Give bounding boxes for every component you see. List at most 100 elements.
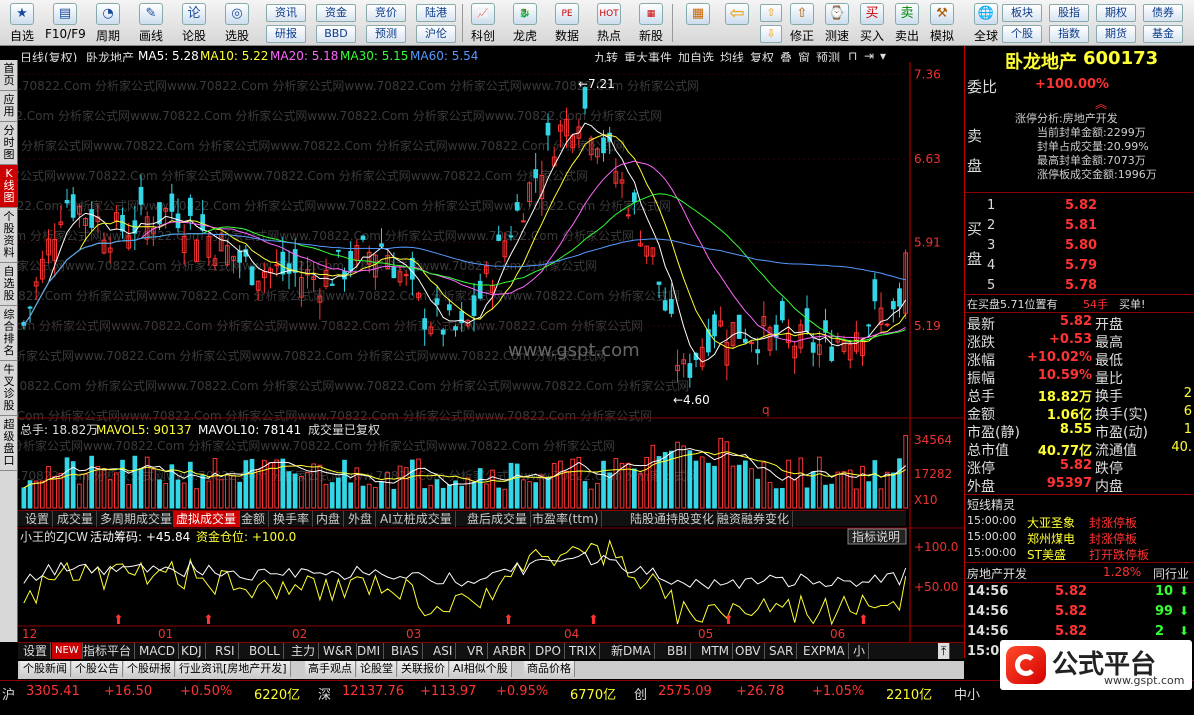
left-tab-8[interactable]: 超级盘口: [0, 416, 18, 471]
up-small-1[interactable]: ⇧: [760, 4, 782, 22]
ticker-name[interactable]: 深: [318, 684, 331, 703]
left-tab-0[interactable]: 首页: [0, 60, 18, 91]
toolbar-small-top-0[interactable]: 资讯: [266, 4, 306, 22]
toolbar-small-bottom-3[interactable]: 沪伦: [416, 25, 456, 43]
toolbar-btn-0[interactable]: ★ 自选: [2, 2, 42, 44]
toolbar-small3-bottom-3[interactable]: 基金: [1143, 25, 1183, 43]
indicator-tab-10[interactable]: BIAS: [388, 643, 423, 659]
indicator-tab-8[interactable]: W&R: [320, 643, 357, 659]
volume-tab-9[interactable]: 盘后成交量: [464, 511, 532, 527]
short-stock[interactable]: 大亚圣象: [1027, 514, 1075, 531]
indicator-tab-18[interactable]: MTM: [698, 643, 734, 659]
news-tab-3[interactable]: 行业资讯[房地产开发]: [176, 661, 291, 677]
short-stock[interactable]: ST美盛: [1027, 546, 1066, 563]
toolbar-small-bottom-0[interactable]: 研报: [266, 25, 306, 43]
toolbar-btn4-3[interactable]: 卖卖出: [891, 2, 923, 44]
toolbar-btn4-5[interactable]: 🌐 全球: [970, 2, 1002, 44]
short-title[interactable]: 短线精灵: [967, 496, 1015, 513]
volume-tab-3[interactable]: 虚拟成交量: [173, 511, 241, 527]
volume-tab-1[interactable]: 成交量: [54, 511, 98, 527]
toolbar-btn-4[interactable]: 论论股: [174, 2, 214, 44]
short-stock[interactable]: 郑州煤电: [1027, 530, 1075, 547]
toolbar-small-bottom-2[interactable]: 预测: [366, 25, 406, 43]
indicator-tab-7[interactable]: 主力: [288, 643, 320, 659]
toolbar-small3-top-3[interactable]: 债券: [1143, 4, 1183, 22]
indicator-tab-9[interactable]: DMI: [354, 643, 385, 659]
volume-tab-11[interactable]: 陆股通持股变化: [627, 511, 719, 527]
toolbar-small3-bottom-0[interactable]: 个股: [1002, 25, 1042, 43]
chart-area[interactable]: .70822.Com 分析家公式网www.70822.Com 分析家公式网www…: [18, 46, 964, 642]
toolbar-btn2-1[interactable]: 🐉 龙虎: [506, 2, 544, 44]
layout-icon[interactable]: ▦: [680, 2, 716, 44]
volume-tab-12[interactable]: 融资融券变化: [714, 511, 794, 527]
left-tab-7[interactable]: 牛叉诊股: [0, 361, 18, 416]
volume-tab-6[interactable]: 内盘: [313, 511, 345, 527]
indicator-tab-14[interactable]: DPO: [532, 643, 565, 659]
indicator-tab-22[interactable]: 小: [850, 643, 870, 659]
news-tab-1[interactable]: 个股公告: [72, 661, 123, 677]
toolbar-small3-bottom-1[interactable]: 指数: [1049, 25, 1089, 43]
toolbar-small3-bottom-2[interactable]: 期货: [1096, 25, 1136, 43]
left-tab-2[interactable]: 分时图: [0, 122, 18, 165]
left-tab-6[interactable]: 综合排名: [0, 306, 18, 361]
toolbar-small3-top-2[interactable]: 期权: [1096, 4, 1136, 22]
volume-tab-2[interactable]: 多周期成交量: [97, 511, 177, 527]
ticker-name[interactable]: 创: [634, 684, 647, 703]
down-small-1[interactable]: ⇩: [760, 25, 782, 43]
indicator-tab-17[interactable]: BBI: [664, 643, 692, 659]
toolbar-small-bottom-1[interactable]: BBD: [316, 25, 356, 43]
news-tab-7[interactable]: AI相似个股: [450, 661, 512, 677]
back-button[interactable]: ⇦: [722, 2, 752, 44]
toolbar-btn2-3[interactable]: HOT 热点: [590, 2, 628, 44]
indicator-tab-12[interactable]: VR: [464, 643, 488, 659]
sector-more[interactable]: 同行业: [1153, 565, 1189, 582]
toolbar-btn4-4[interactable]: ⚒ 模拟: [926, 2, 958, 44]
news-tab-8[interactable]: 商品价格: [524, 661, 575, 677]
volume-tab-0[interactable]: 设置: [22, 511, 54, 527]
toolbar-btn4-2[interactable]: 买买入: [856, 2, 888, 44]
volume-tab-8[interactable]: AI立桩成交量: [377, 511, 456, 527]
toolbar-small3-top-0[interactable]: 板块: [1002, 4, 1042, 22]
toolbar-btn4-1[interactable]: ⌚ 测速: [821, 2, 853, 44]
inbuy-button[interactable]: 买单!: [1119, 296, 1145, 312]
toolbar-btn2-2[interactable]: PE 数据: [548, 2, 586, 44]
toolbar-small-top-2[interactable]: 竞价: [366, 4, 406, 22]
indicator-tab-19[interactable]: OBV: [732, 643, 765, 659]
volume-tab-5[interactable]: 换手率: [270, 511, 314, 527]
indicator-tab-1[interactable]: NEW: [52, 643, 83, 659]
indicator-tab-0[interactable]: 设置: [20, 643, 52, 659]
toolbar-small3-top-1[interactable]: 股指: [1049, 4, 1089, 22]
toolbar-btn-2[interactable]: ◔ 周期: [88, 2, 128, 44]
left-tab-1[interactable]: 应用: [0, 91, 18, 122]
toolbar-btn2-4[interactable]: ▦ 新股: [632, 2, 670, 44]
indicator-tab-3[interactable]: MACD: [136, 643, 179, 659]
ticker-name[interactable]: 沪: [2, 684, 15, 703]
toolbar-btn-3[interactable]: ✎ 画线: [131, 2, 171, 44]
indicator-tab-13[interactable]: ARBR: [490, 643, 531, 659]
toolbar-btn4-0[interactable]: ⇧ 修正: [786, 2, 818, 44]
left-tab-4[interactable]: 个股资料: [0, 208, 18, 263]
indicator-tab-5[interactable]: RSI: [212, 643, 239, 659]
ticker-tail[interactable]: 中小: [954, 684, 980, 703]
scroll-top-icon[interactable]: ⤒: [938, 643, 951, 659]
indicator-tab-21[interactable]: EXPMA: [800, 643, 849, 659]
indicator-tab-20[interactable]: SAR: [766, 643, 798, 659]
news-tab-5[interactable]: 论股堂: [357, 661, 397, 677]
left-tab-3[interactable]: K线图: [0, 165, 18, 208]
sector-name[interactable]: 房地产开发: [967, 565, 1027, 582]
toolbar-small-top-1[interactable]: 资金: [316, 4, 356, 22]
indicator-tab-16[interactable]: 新DMA: [608, 643, 655, 659]
volume-tab-10[interactable]: 市盈率(ttm): [529, 511, 603, 527]
toolbar-btn2-0[interactable]: 📈 科创: [464, 2, 502, 44]
indicator-tab-15[interactable]: TRIX: [566, 643, 601, 659]
collapse-icon[interactable]: ︽: [1095, 95, 1107, 112]
news-tab-0[interactable]: 个股新闻: [20, 661, 71, 677]
indicator-tab-2[interactable]: 指标平台: [80, 643, 136, 659]
volume-tab-4[interactable]: 金额: [238, 511, 270, 527]
toolbar-small-top-3[interactable]: 陆港: [416, 4, 456, 22]
left-tab-5[interactable]: 自选股: [0, 263, 18, 306]
indicator-tab-4[interactable]: KDJ: [178, 643, 206, 659]
news-tab-4[interactable]: 高手观点: [305, 661, 356, 677]
indicator-tab-6[interactable]: BOLL: [246, 643, 284, 659]
toolbar-btn-5[interactable]: ◎ 选股: [217, 2, 257, 44]
